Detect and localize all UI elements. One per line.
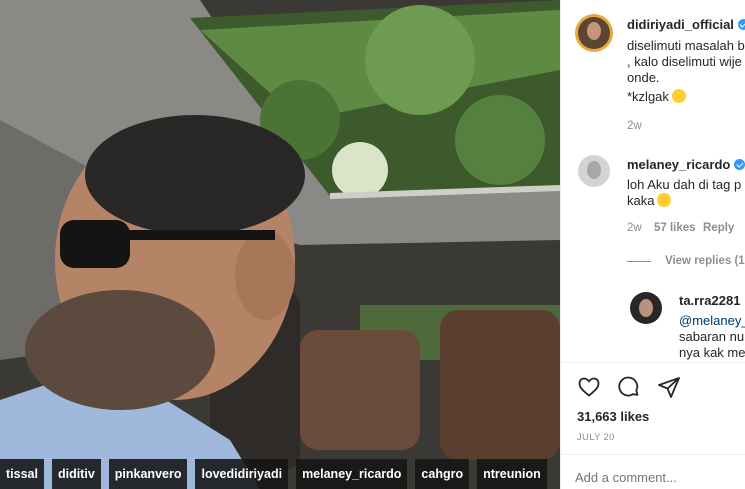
reply-mention[interactable]: @melaney_ bbox=[679, 312, 745, 329]
caption-line-last: *kzlgak bbox=[627, 88, 686, 105]
verified-badge-icon bbox=[734, 159, 745, 170]
photo-tag[interactable]: ntreunion bbox=[477, 459, 547, 489]
reply-button[interactable]: Reply bbox=[703, 222, 734, 234]
photo-tag[interactable]: pinkanvero bbox=[108, 459, 188, 489]
commenter-username[interactable]: melaney_ricardo bbox=[627, 157, 745, 172]
comment-icon[interactable] bbox=[617, 375, 641, 399]
share-icon[interactable] bbox=[657, 375, 681, 399]
post-date[interactable]: JULY 20 bbox=[577, 432, 615, 443]
comment-likes-text[interactable]: 57 likes bbox=[654, 222, 696, 234]
reply-avatar[interactable] bbox=[630, 292, 662, 324]
post-photo[interactable]: tissal diditiv pinkanvero lovedidiriyadi… bbox=[0, 0, 560, 489]
photo-tag[interactable]: diditiv bbox=[51, 459, 101, 489]
reply-line: nya kak me bbox=[679, 345, 745, 360]
caption-line: , kalo diselimuti wije bbox=[627, 54, 742, 69]
comment-text: kaka bbox=[627, 193, 655, 208]
view-replies-text[interactable]: View replies (10 bbox=[665, 255, 745, 267]
verified-badge-icon bbox=[737, 19, 745, 30]
tongue-emoji-icon bbox=[671, 89, 686, 103]
add-comment-input[interactable] bbox=[575, 470, 735, 485]
photo-tag[interactable]: cahgro bbox=[415, 459, 470, 489]
divider bbox=[561, 454, 745, 455]
author-username-text[interactable]: didiriyadi_official bbox=[627, 17, 734, 32]
reply-line: sabaran nu bbox=[679, 329, 745, 344]
comment-line-last: kaka bbox=[627, 192, 672, 209]
comments-panel: didiriyadi_official diselimuti masalah b… bbox=[560, 0, 745, 489]
divider bbox=[561, 362, 745, 363]
photo-tag[interactable]: tissal bbox=[0, 459, 44, 489]
commenter-username-text[interactable]: melaney_ricardo bbox=[627, 157, 730, 172]
likes-count[interactable]: 31,663 likes bbox=[577, 409, 649, 424]
reply-username[interactable]: ta.rra2281 bbox=[679, 293, 740, 308]
photo-tag[interactable]: melaney_ricardo bbox=[296, 459, 408, 489]
photo-tag[interactable]: lovedidiriyadi bbox=[195, 459, 289, 489]
comment-likes[interactable]: 57 likes bbox=[654, 222, 696, 234]
caption-line: onde. bbox=[627, 70, 660, 85]
caption-text: *kzlgak bbox=[627, 89, 669, 104]
caption-line: diselimuti masalah b bbox=[627, 38, 745, 53]
heart-icon[interactable] bbox=[577, 375, 601, 399]
comment-time[interactable]: 2w bbox=[627, 222, 642, 234]
smile-emoji-icon bbox=[657, 193, 672, 207]
action-bar bbox=[577, 375, 681, 399]
author-username[interactable]: didiriyadi_official bbox=[627, 17, 745, 32]
comment-line: loh Aku dah di tag p bbox=[627, 177, 742, 192]
view-replies-button[interactable]: View replies (10 bbox=[665, 255, 745, 267]
photo-tags: tissal diditiv pinkanvero lovedidiriyadi… bbox=[0, 459, 547, 489]
photo-illustration bbox=[0, 0, 560, 489]
caption-time[interactable]: 2w bbox=[627, 120, 642, 132]
author-avatar[interactable] bbox=[575, 14, 613, 52]
commenter-avatar[interactable] bbox=[578, 155, 610, 187]
reply-button-text[interactable]: Reply bbox=[703, 222, 734, 234]
view-replies-line bbox=[627, 261, 651, 262]
